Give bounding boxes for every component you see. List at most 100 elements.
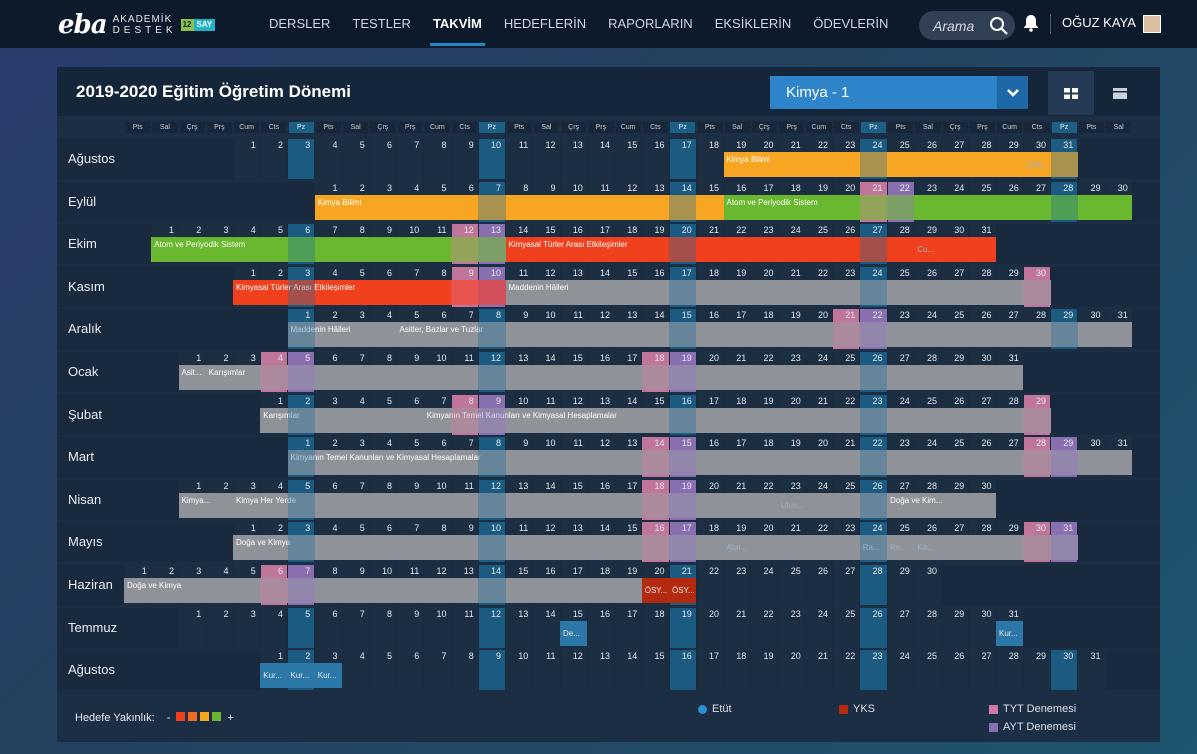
topic-bar[interactable]: Kimya Bilimi	[314, 194, 724, 220]
day-cell[interactable]: 20	[778, 650, 805, 691]
day-cell[interactable]: 2	[260, 139, 287, 179]
bell-icon[interactable]	[1023, 14, 1039, 32]
day-cell[interactable]: 7	[342, 607, 369, 648]
nav-item-7[interactable]: ÖDEVLERİN	[802, 0, 899, 48]
day-cell[interactable]: 20	[696, 607, 723, 648]
day-cell[interactable]: 3	[233, 607, 260, 648]
day-cell[interactable]: 16	[642, 139, 669, 179]
day-cell[interactable]: 11	[506, 139, 533, 179]
calendar-event[interactable]: Ra...	[887, 535, 914, 560]
day-cell[interactable]: 9	[397, 607, 424, 648]
day-cell[interactable]: 19	[751, 650, 778, 691]
day-cell[interactable]: 11	[451, 607, 478, 648]
search-icon[interactable]	[989, 16, 1009, 36]
day-cell[interactable]: 30	[1051, 650, 1078, 691]
calendar-event[interactable]: Ulus...	[778, 493, 805, 518]
calendar-event[interactable]: Atat...	[724, 535, 751, 560]
day-cell[interactable]: 23	[860, 650, 887, 691]
day-cell[interactable]: 9	[451, 139, 478, 179]
day-cell[interactable]: 30	[914, 565, 941, 605]
day-cell[interactable]: 16	[587, 607, 614, 648]
day-cell[interactable]: 8	[424, 139, 451, 179]
eba-logo[interactable]: eba AKADEMİK DESTEK 12 SAY	[58, 10, 216, 40]
day-cell[interactable]: 24	[805, 607, 832, 648]
day-cell[interactable]: 13	[506, 607, 533, 648]
day-cell[interactable]: 24	[887, 650, 914, 691]
avatar[interactable]	[1143, 15, 1161, 33]
day-cell[interactable]: 29	[942, 607, 969, 648]
day-cell[interactable]: 27	[833, 565, 860, 605]
day-cell[interactable]: 30	[969, 607, 996, 648]
day-cell[interactable]: 4	[260, 607, 287, 648]
day-cell[interactable]: 12	[560, 650, 587, 691]
day-cell[interactable]: 8	[369, 607, 396, 648]
day-cell[interactable]: 18	[696, 139, 723, 179]
topic-bar[interactable]: Doğa ve Kimya	[124, 578, 642, 603]
day-cell[interactable]: 25	[778, 565, 805, 605]
course-select[interactable]: Kimya - 1	[770, 76, 1028, 109]
day-cell[interactable]: 6	[397, 650, 424, 691]
calendar-event[interactable]: Kur...	[314, 663, 342, 689]
course-dropdown-button[interactable]	[997, 76, 1028, 109]
calendar-event[interactable]: Kur...	[287, 663, 315, 689]
day-cell[interactable]: 22	[751, 607, 778, 648]
day-cell[interactable]: 4	[315, 139, 342, 179]
topic-bar[interactable]: Doğa ve Kim...	[887, 492, 996, 518]
search-box[interactable]: Arama	[919, 11, 1015, 40]
day-cell[interactable]: 13	[587, 650, 614, 691]
calendar-event[interactable]: Ka...	[914, 535, 941, 560]
day-cell[interactable]: 23	[778, 607, 805, 648]
day-cell[interactable]: 1	[179, 607, 206, 648]
day-cell[interactable]: 27	[969, 650, 996, 691]
day-cell[interactable]: 29	[887, 565, 914, 605]
topic-bar[interactable]: Kimya...	[178, 492, 233, 518]
calendar-event[interactable]: Ra...	[860, 535, 887, 560]
day-cell[interactable]: 7	[424, 650, 451, 691]
nav-item-4[interactable]: HEDEFLERİN	[493, 0, 597, 48]
day-cell[interactable]: 27	[887, 607, 914, 648]
day-cell[interactable]: 11	[533, 650, 560, 691]
day-cell[interactable]: 1	[233, 139, 260, 179]
day-cell[interactable]: 23	[724, 565, 751, 605]
day-cell[interactable]: 8	[451, 650, 478, 691]
day-cell[interactable]: 26	[805, 565, 832, 605]
day-cell[interactable]: 28	[860, 565, 887, 605]
day-cell[interactable]: 10	[478, 139, 505, 179]
day-cell[interactable]: 18	[642, 607, 669, 648]
calendar-event[interactable]: Cu...	[914, 237, 941, 262]
topic-bar[interactable]: Asitler, Bazlar ve Tuzlar	[396, 322, 1133, 348]
day-cell[interactable]: 25	[914, 650, 941, 691]
day-cell[interactable]: 17	[669, 139, 696, 179]
day-cell[interactable]: 18	[724, 650, 751, 691]
day-cell[interactable]: 13	[560, 139, 587, 179]
day-cell[interactable]: 15	[615, 139, 642, 179]
calendar-event[interactable]: Kur...	[996, 620, 1024, 646]
nav-item-3[interactable]: TAKVİM	[422, 0, 493, 48]
day-cell[interactable]: 31	[1078, 650, 1105, 691]
day-cell[interactable]: 28	[996, 650, 1023, 691]
day-cell[interactable]: 24	[751, 565, 778, 605]
day-cell[interactable]: 5	[342, 139, 369, 179]
topic-bar[interactable]: Karışımlar	[260, 407, 424, 433]
day-cell[interactable]: 5	[369, 650, 396, 691]
topic-bar[interactable]: Karışımlar	[205, 365, 1024, 390]
topic-bar[interactable]: Kimyanın Temel Kanunları ve Kimyasal Hes…	[287, 450, 1133, 476]
day-cell[interactable]: 12	[533, 139, 560, 179]
topic-bar[interactable]: Asit...	[178, 365, 206, 390]
list-view-button[interactable]	[1097, 71, 1143, 115]
day-cell[interactable]: 7	[397, 139, 424, 179]
calendar-event[interactable]: ÖSY...	[669, 578, 697, 603]
nav-item-1[interactable]: DERSLER	[258, 0, 341, 48]
day-cell[interactable]: 3	[288, 139, 315, 179]
day-cell[interactable]: 21	[724, 607, 751, 648]
day-cell[interactable]: 26	[942, 650, 969, 691]
calendar-event[interactable]: De...	[560, 620, 588, 646]
day-cell[interactable]: 26	[860, 607, 887, 648]
day-cell[interactable]: 5	[288, 607, 315, 648]
calendar-event[interactable]: Zafe...	[1023, 152, 1078, 177]
day-cell[interactable]: 14	[533, 607, 560, 648]
day-cell[interactable]: 6	[315, 607, 342, 648]
day-cell[interactable]: 6	[369, 139, 396, 179]
nav-item-5[interactable]: RAPORLARIN	[597, 0, 704, 48]
day-cell[interactable]: 17	[696, 650, 723, 691]
